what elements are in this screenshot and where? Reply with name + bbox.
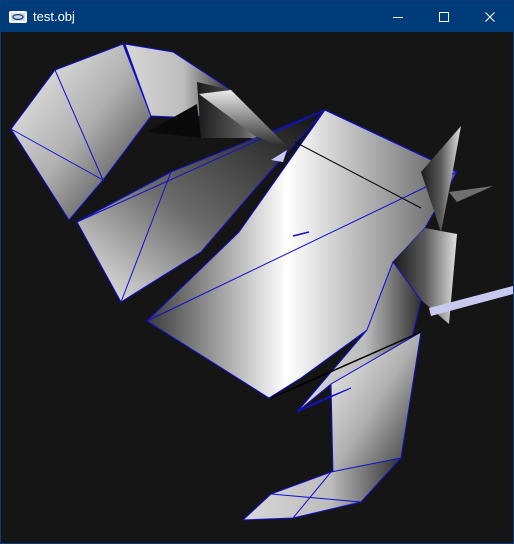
close-button[interactable]: [467, 1, 513, 32]
3d-model-render: [10, 43, 513, 521]
maximize-button[interactable]: [421, 1, 467, 32]
maximize-icon: [439, 11, 449, 22]
caption-buttons: [375, 1, 513, 32]
minimize-button[interactable]: [375, 1, 421, 32]
title-bar[interactable]: test.obj: [1, 1, 513, 32]
close-icon: [485, 11, 495, 22]
app-window: test.obj: [0, 0, 514, 544]
window-title: test.obj: [33, 9, 75, 24]
minimize-icon: [393, 16, 403, 18]
3d-viewport[interactable]: [1, 32, 513, 543]
mesh-foot: [241, 457, 403, 521]
window-app-icon: [9, 10, 27, 24]
